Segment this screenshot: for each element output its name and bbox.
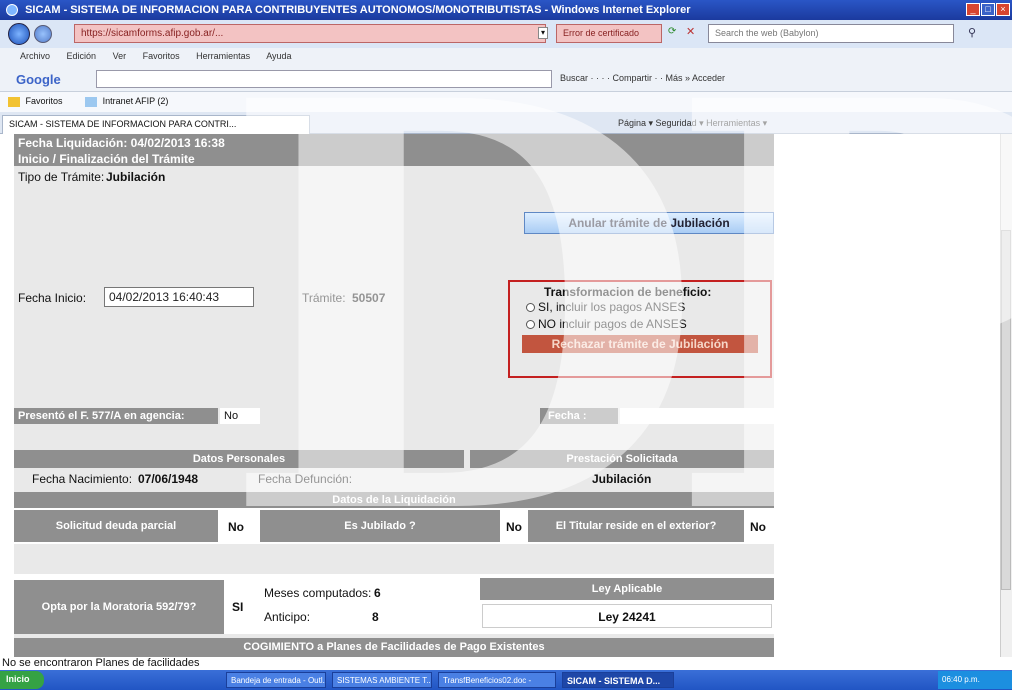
start-button[interactable]: Inicio: [0, 671, 44, 689]
menu-herramientas[interactable]: Herramientas: [196, 51, 250, 61]
option-no-label: NO incluir pagos de ANSES: [538, 317, 687, 331]
search-icon[interactable]: ⚲: [968, 26, 976, 39]
es-jubilado-label: Es Jubilado ?: [260, 510, 500, 542]
annul-tramite-button[interactable]: Anular trámite de Jubilación: [524, 212, 774, 234]
datos-personales-header: Datos Personales: [14, 450, 464, 468]
google-search-input[interactable]: [96, 70, 552, 88]
clock: 06:40 p.m.: [942, 675, 980, 684]
google-toolbar: Google Buscar · · · · Compartir · · Más …: [0, 66, 1012, 92]
anticipo-label: Anticipo:: [264, 610, 311, 624]
titular-exterior-value: No: [750, 520, 766, 534]
fecha-value: [620, 408, 774, 424]
close-button[interactable]: ×: [996, 3, 1010, 16]
datos-liquidacion-header: Datos de la Liquidación: [14, 492, 774, 508]
ley-aplicable-value: Ley 24241: [482, 604, 772, 628]
back-button[interactable]: [8, 23, 30, 45]
menu-ayuda[interactable]: Ayuda: [266, 51, 291, 61]
option-si-label: SI, incluir los pagos ANSES: [538, 300, 686, 314]
facilidades-header: COGIMIENTO a Planes de Facilidades de Pa…: [14, 638, 774, 657]
tipo-tramite-value: Jubilación: [106, 170, 166, 184]
scrollbar-thumb[interactable]: [1001, 230, 1011, 590]
window-title: SICAM - SISTEMA DE INFORMACION PARA CONT…: [25, 4, 691, 16]
anticipo-value: 8: [372, 610, 379, 624]
google-logo: Google: [16, 72, 61, 87]
presento-label: Presentó el F. 577/A en agencia:: [14, 408, 218, 424]
presento-value: No: [220, 408, 260, 424]
intranet-icon: [85, 96, 98, 107]
page-content: Fecha Liquidación: 04/02/2013 16:38 Inic…: [0, 134, 1012, 657]
sicam-form: Fecha Liquidación: 04/02/2013 16:38 Inic…: [14, 134, 774, 657]
fecha-nacimiento-label: Fecha Nacimiento:: [32, 472, 133, 486]
maximize-button[interactable]: □: [981, 3, 995, 16]
solicitud-deuda-value: No: [228, 520, 244, 534]
benefit-transformation-box: Transformacion de beneficio: SI, incluir…: [508, 280, 772, 378]
command-bar[interactable]: Página ▾ Seguridad ▾ Herramientas ▾: [618, 118, 767, 129]
taskbar: Inicio Bandeja de entrada - Outl... SIST…: [0, 670, 1012, 690]
option-si-radio[interactable]: SI, incluir los pagos ANSES: [526, 300, 685, 314]
meses-computados-value: 6: [374, 586, 381, 600]
datos-personales-row: Fecha Nacimiento: 07/06/1948 Fecha Defun…: [14, 468, 774, 490]
liquidacion-row: Solicitud deuda parcial No Es Jubilado ?…: [14, 508, 774, 544]
prestacion-value: Jubilación: [592, 472, 652, 486]
titular-exterior-label: El Titular reside en el exterior?: [528, 510, 744, 542]
task-word[interactable]: TransfBeneficios02.doc -: [438, 672, 556, 688]
task-outlook[interactable]: Bandeja de entrada - Outl...: [226, 672, 326, 688]
stop-icon[interactable]: ✕: [686, 25, 695, 38]
fecha-inicio-label: Fecha Inicio:: [18, 291, 87, 305]
fecha-defuncion-label: Fecha Defunción:: [258, 472, 353, 486]
es-jubilado-value: No: [506, 520, 522, 534]
solicitud-deuda-label: Solicitud deuda parcial: [14, 510, 218, 542]
favorites-bar: Favoritos Intranet AFIP (2): [0, 92, 1012, 112]
ie-icon: [6, 4, 18, 17]
moratoria-value: SI: [232, 600, 244, 614]
ley-aplicable-label: Ley Aplicable: [480, 578, 774, 600]
benefit-title: Transformacion de beneficio:: [544, 285, 712, 299]
window-title-bar: SICAM - SISTEMA DE INFORMACION PARA CONT…: [0, 0, 1012, 20]
menu-archivo[interactable]: Archivo: [20, 51, 50, 61]
task-sistemas[interactable]: SISTEMAS AMBIENTE T...: [332, 672, 432, 688]
favorites-button[interactable]: Favoritos: [26, 96, 63, 106]
fecha-inicio-input[interactable]: 04/02/2013 16:40:43: [104, 287, 254, 307]
radio-no-icon[interactable]: [526, 320, 535, 330]
address-bar: https://sicamforms.afip.gob.ar/... ▾ Err…: [0, 20, 1012, 48]
tramite-label: Trámite:: [302, 291, 346, 305]
forward-button[interactable]: [34, 25, 52, 43]
google-toolbar-tools[interactable]: Buscar · · · · Compartir · · Más » Acced…: [560, 73, 725, 83]
fecha-nacimiento-value: 07/06/1948: [138, 472, 199, 486]
reject-tramite-button[interactable]: Rechazar trámite de Jubilación: [522, 335, 758, 353]
tramite-value: 50507: [352, 291, 386, 305]
tab-label: SICAM - SISTEMA DE INFORMACION PARA CONT…: [9, 119, 237, 129]
certificate-error[interactable]: Error de certificado: [556, 24, 662, 43]
menu-ver[interactable]: Ver: [113, 51, 127, 61]
tab-sicam[interactable]: SICAM - SISTEMA DE INFORMACION PARA CONT…: [2, 115, 310, 134]
refresh-icon[interactable]: ⟳: [668, 26, 676, 37]
radio-si-icon[interactable]: [526, 303, 535, 313]
favorites-star-icon: [8, 96, 20, 107]
fecha-liquidacion-header: Fecha Liquidación: 04/02/2013 16:38: [14, 134, 774, 150]
url-input[interactable]: https://sicamforms.afip.gob.ar/...: [74, 24, 546, 43]
moratoria-row: Opta por la Moratoria 592/79? SI Meses c…: [14, 574, 774, 634]
prestacion-solicitada-header: Prestación Solicitada: [470, 450, 774, 468]
fecha-label: Fecha :: [540, 408, 618, 424]
tipo-tramite-label: Tipo de Trámite:: [18, 170, 105, 184]
url-dropdown-icon[interactable]: ▾: [538, 27, 548, 39]
system-tray: 06:40 p.m.: [938, 671, 1012, 689]
meses-computados-label: Meses computados:: [264, 586, 372, 600]
search-input[interactable]: Search the web (Babylon): [708, 24, 954, 43]
inicio-finalizacion-header: Inicio / Finalización del Trámite: [14, 150, 774, 166]
minimize-button[interactable]: _: [966, 3, 980, 16]
menu-edicion[interactable]: Edición: [67, 51, 97, 61]
favorites-intranet-link[interactable]: Intranet AFIP (2): [103, 96, 169, 106]
menu-bar: Archivo Edición Ver Favoritos Herramient…: [0, 48, 1012, 66]
moratoria-label: Opta por la Moratoria 592/79?: [14, 580, 224, 634]
status-bar: No se encontraron Planes de facilidades: [0, 657, 1012, 670]
task-sicam[interactable]: SICAM - SISTEMA D...: [562, 672, 674, 688]
tab-bar: SICAM - SISTEMA DE INFORMACION PARA CONT…: [0, 112, 1012, 134]
option-no-radio[interactable]: NO incluir pagos de ANSES: [526, 317, 687, 331]
menu-favoritos[interactable]: Favoritos: [143, 51, 180, 61]
